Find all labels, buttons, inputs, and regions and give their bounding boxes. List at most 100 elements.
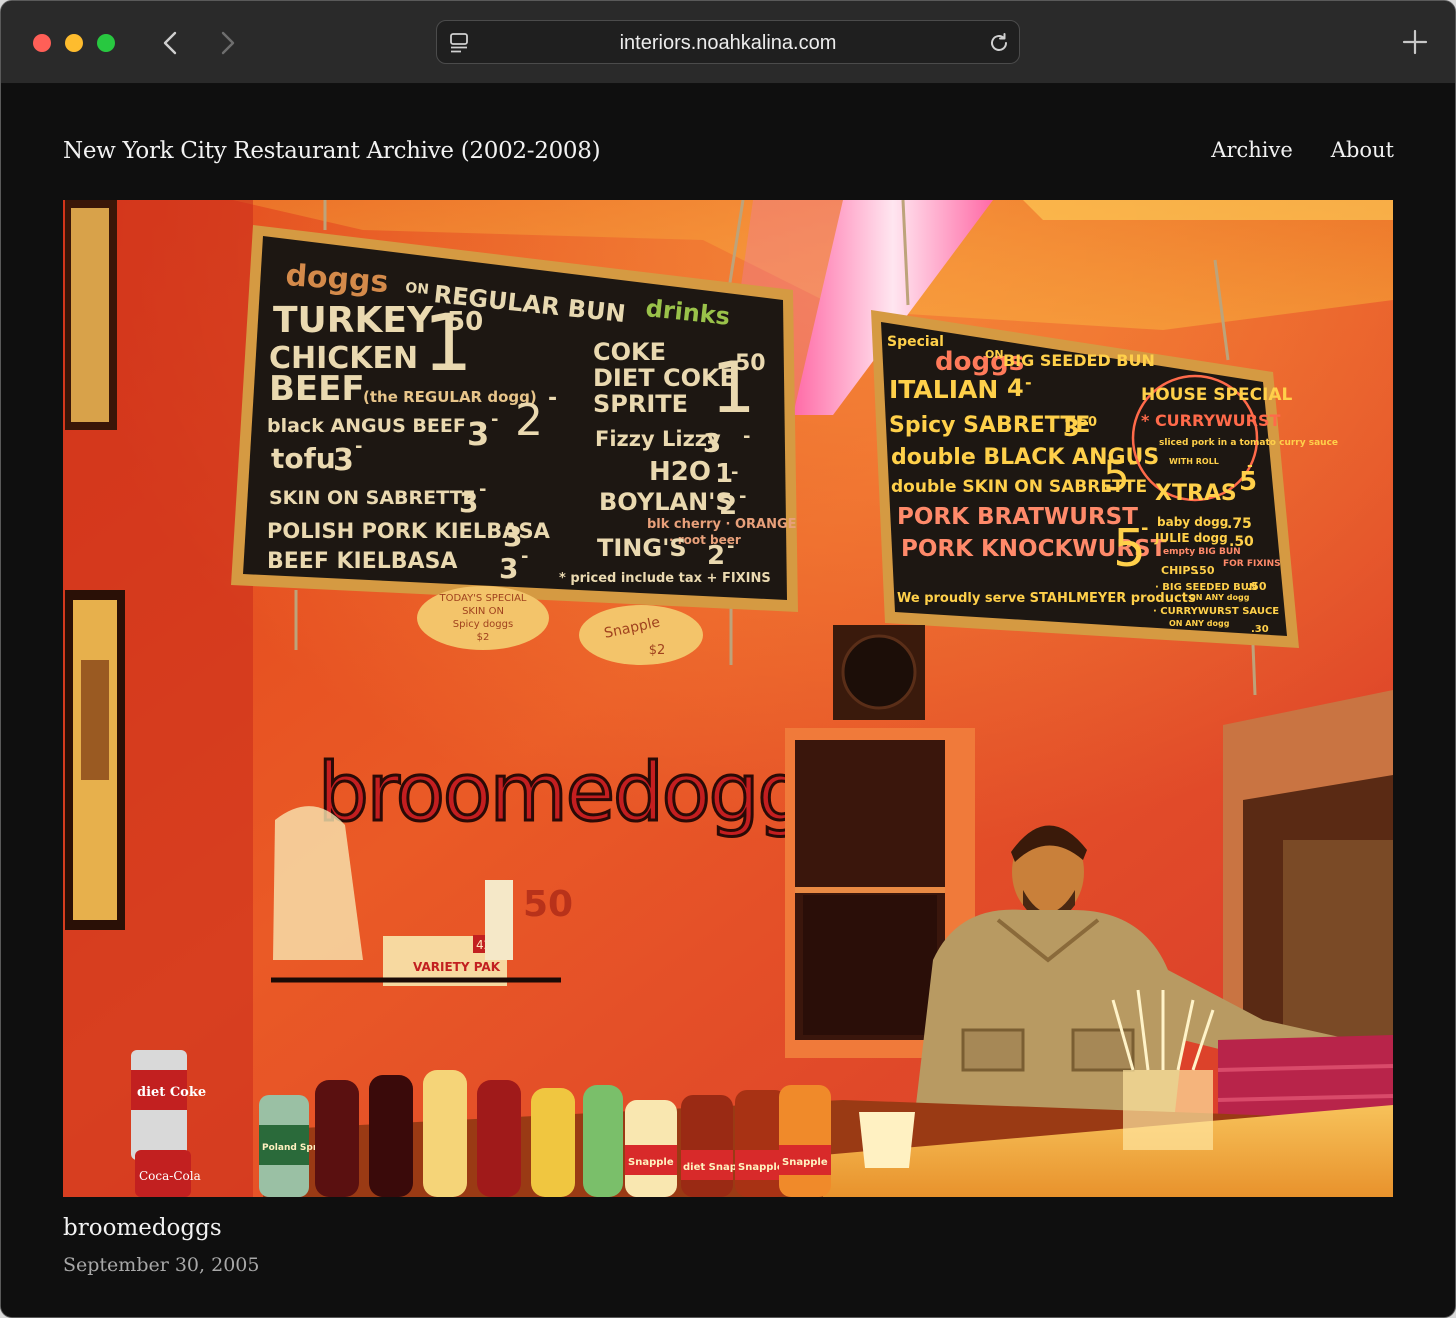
board-price-dash-5: - (521, 546, 528, 567)
board-text-beef-kielbasa: BEEF KIELBASA (267, 549, 457, 574)
can-text-diet-coke: diet Coke (137, 1085, 206, 1100)
sign-text-skin-on: SKIN ON (462, 606, 504, 617)
board-price-tings-2: 2 (707, 541, 725, 571)
board-price-50: 50 (447, 307, 483, 337)
board2-text-on-any-dogg-2: ON ANY dogg (1169, 619, 1230, 628)
board2-price-5a: 5 (1103, 451, 1130, 500)
board2-price-dash-3: - (1141, 518, 1148, 539)
board2-text-with-roll: WITH ROLL (1169, 457, 1219, 466)
board-text-black-angus: black ANGUS BEEF (267, 415, 466, 437)
board2-text-chips: CHIPS (1161, 564, 1198, 577)
board-price-dash-6: - (743, 426, 750, 447)
bottle-text-snapple-1: Snapple (628, 1157, 674, 1168)
board-price-dash-9: - (727, 536, 734, 557)
board2-price-big-seeded-bun: .50 (1247, 580, 1267, 593)
new-tab-icon[interactable] (1400, 27, 1430, 57)
board2-price-4: 4 (1007, 374, 1024, 402)
board2-price-baby-dogg: .75 (1227, 516, 1252, 532)
board2-text-julie-dogg: JULIE dogg (1154, 531, 1228, 545)
board-text-turkey: TURKEY (273, 300, 434, 341)
board2-text-currywurst: * CURRYWURST (1141, 411, 1281, 430)
board2-text-house-special: HOUSE SPECIAL (1141, 385, 1293, 405)
board-text-coke: COKE (593, 338, 666, 366)
board-text-the-regular: (the REGULAR dogg) (363, 388, 537, 406)
board2-text-italian: ITALIAN (889, 375, 998, 404)
board2-text-footer: We proudly serve STAHLMEYER products (897, 591, 1196, 606)
board-price-dash-1: - (548, 386, 557, 411)
board-price-boylans-2: 2 (719, 491, 737, 521)
site-title[interactable]: New York City Restaurant Archive (2002-2… (63, 138, 601, 164)
board-text-tings: TING'S (597, 534, 687, 562)
bottle-text-snapple-3: Snapple (782, 1157, 828, 1168)
board-text-skin-on-sabrette: SKIN ON SABRETTE (269, 487, 475, 509)
reload-icon[interactable] (987, 31, 1011, 55)
board-text-tofu: tofu (271, 442, 336, 475)
box-text-variety-pak: VARIETY PAK (413, 960, 501, 974)
chevron-left-icon (163, 31, 177, 55)
board-price-dash-3: - (355, 436, 362, 457)
board-text-doggs: doggs (284, 258, 389, 300)
board2-text-empty-big-bun: empty BIG BUN (1163, 547, 1241, 557)
board-text-beef: BEEF (269, 369, 365, 409)
browser-toolbar: interiors.noahkalina.com (1, 1, 1455, 84)
sign-text-spicy-doggs: Spicy doggs (453, 619, 513, 630)
forward-button[interactable] (209, 25, 245, 61)
photo-caption-date: September 30, 2005 (63, 1254, 260, 1276)
minimize-window-button[interactable] (65, 34, 83, 52)
close-window-button[interactable] (33, 34, 51, 52)
board-text-footnote: * priced include tax + FIXINS (559, 571, 771, 586)
board-text-h2o: H2O (649, 457, 711, 487)
chevron-right-icon (221, 31, 235, 55)
board-price-3e: 3 (499, 552, 518, 585)
photo-illustration: doggs ON REGULAR BUN drinks TURKEY CHICK… (63, 200, 1393, 1197)
board-price-dash-4: - (479, 479, 486, 500)
board-price-3b: 3 (333, 443, 354, 478)
sign-text-price-2: $2 (477, 632, 490, 643)
board-price-3a: 3 (467, 415, 489, 453)
board2-price-house-dash: - (1247, 458, 1253, 474)
wall-lettering: broomedoggs (318, 746, 846, 839)
board2-text-currywurst-desc: sliced pork in a tomato curry sauce (1159, 438, 1338, 448)
board-price-3d: 3 (503, 520, 522, 553)
browser-window: interiors.noahkalina.com New York City R… (0, 0, 1456, 1318)
url-text[interactable]: interiors.noahkalina.com (497, 21, 959, 65)
can-text-coca-cola: Coca-Cola (139, 1169, 201, 1183)
back-button[interactable] (153, 25, 189, 61)
board2-text-currywurst-sauce: · CURRYWURST SAUCE (1153, 606, 1279, 617)
nav-link-archive[interactable]: Archive (1211, 138, 1293, 162)
bottle-text-snapple-2: Snapple (738, 1162, 784, 1173)
board2-text-on-any-dogg-1: ON ANY dogg (1189, 593, 1250, 602)
board-price-dash-7: - (731, 462, 738, 483)
board-price-drinks-50: 50 (735, 351, 766, 376)
page-menu-icon[interactable] (449, 32, 471, 54)
photo-caption-title[interactable]: broomedoggs (63, 1215, 222, 1241)
board2-price-dash-1: - (1025, 373, 1032, 392)
board-price-fizzy-3: 3 (703, 429, 721, 459)
board2-text-spicy-sabrette: Spicy SABRETTE (889, 413, 1090, 438)
board2-price-3: 3 (1063, 414, 1080, 442)
board-price-3c: 3 (459, 486, 478, 519)
restaurant-photo[interactable]: doggs ON REGULAR BUN drinks TURKEY CHICK… (63, 200, 1393, 1197)
web-page: New York City Restaurant Archive (2002-2… (1, 84, 1455, 1317)
site-nav: Archive About (1211, 138, 1394, 162)
board2-text-on: ON (985, 348, 1004, 361)
board-text-boylans: BOYLAN'S (599, 488, 733, 516)
board2-price-currywurst-sauce: .30 (1251, 624, 1269, 635)
board-text-sprite: SPRITE (593, 390, 688, 418)
wall-number-50: 50 (523, 884, 573, 925)
board2-text-baby-dogg: baby dogg (1157, 515, 1228, 529)
board2-price-50: 50 (1079, 415, 1097, 430)
board2-price-chips: .50 (1195, 564, 1215, 577)
board2-text-big-seeded-bun: BIG SEEDED BUN (1003, 351, 1155, 370)
board2-text-xtras: XTRAS (1155, 481, 1237, 506)
board-text-on: ON (405, 280, 430, 298)
sign-text-todays-special: TODAY'S SPECIAL (439, 593, 527, 604)
board2-text-for-fixins: FOR FIXINS (1223, 559, 1281, 569)
address-bar[interactable]: interiors.noahkalina.com (436, 20, 1020, 64)
zoom-window-button[interactable] (97, 34, 115, 52)
board-price-dash-8: - (739, 486, 746, 507)
board-price-dash-2: - (491, 409, 498, 430)
sign-text-snapple-price: $2 (649, 643, 666, 658)
nav-link-about[interactable]: About (1331, 138, 1394, 162)
board2-text-bratwurst: PORK BRATWURST (897, 504, 1138, 530)
